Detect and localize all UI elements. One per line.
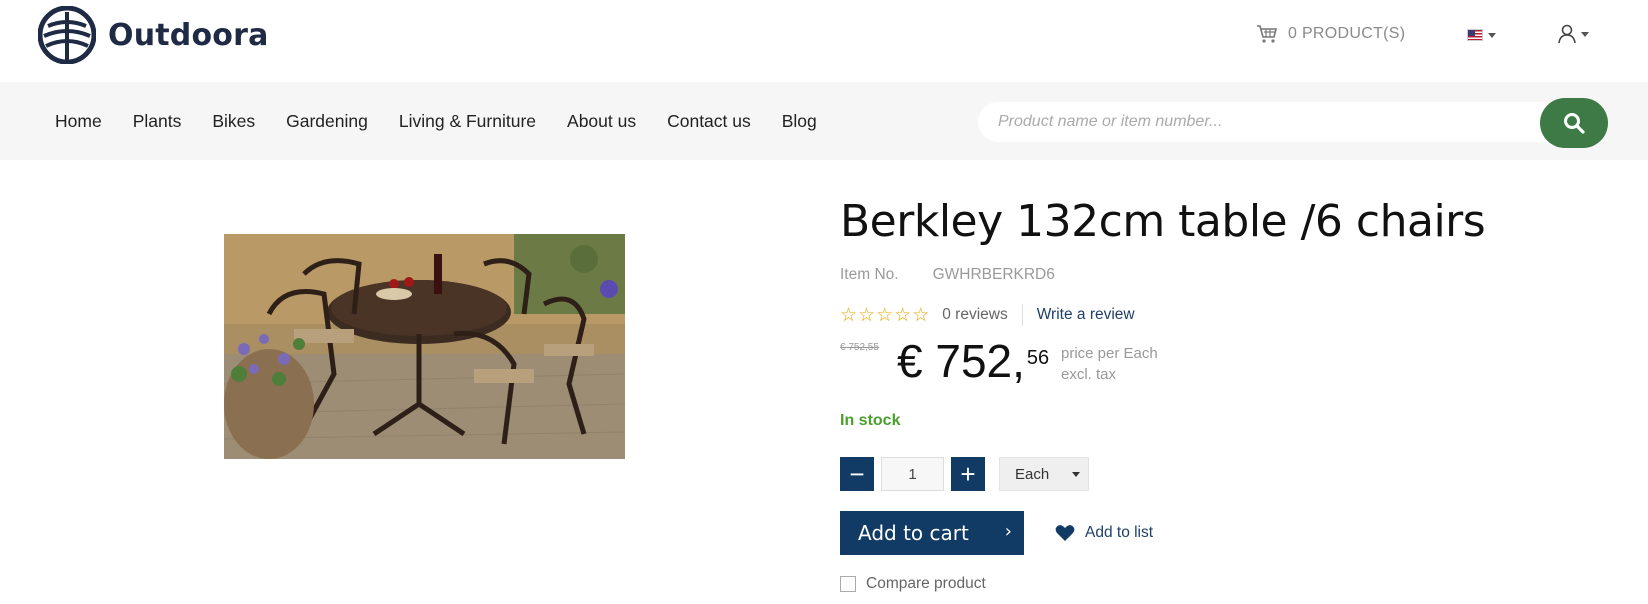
star-icon: ☆ <box>840 304 858 326</box>
price: € 752, 56 <box>897 338 1049 384</box>
star-icon: ☆ <box>858 304 876 326</box>
nav-item-about-us[interactable]: About us <box>567 111 636 132</box>
increase-quantity-button[interactable]: + <box>951 457 985 491</box>
logo[interactable]: Outdoora <box>38 6 269 64</box>
add-to-list-label: Add to list <box>1085 524 1154 541</box>
old-price: € 752,55 <box>840 342 879 353</box>
compare-product-checkbox[interactable]: Compare product <box>840 575 986 593</box>
us-flag-icon <box>1467 29 1483 41</box>
cart-link[interactable]: 0 PRODUCT(S) <box>1256 24 1405 44</box>
language-selector[interactable] <box>1467 29 1496 41</box>
item-number-label: Item No. <box>840 266 899 283</box>
compare-product-label: Compare product <box>866 575 986 592</box>
heart-icon <box>1055 525 1075 541</box>
price-main: € 752, <box>897 335 1025 387</box>
rating-row: ☆ ☆ ☆ ☆ ☆ 0 reviews Write a review <box>840 304 1135 326</box>
star-icon: ☆ <box>876 304 894 326</box>
nav-item-contact-us[interactable]: Contact us <box>667 111 751 132</box>
nav-item-blog[interactable]: Blog <box>782 111 817 132</box>
item-number-value: GWHRBERKRD6 <box>932 266 1055 283</box>
search-bar <box>978 102 1608 142</box>
chevron-down-icon <box>1581 31 1589 37</box>
star-icon: ☆ <box>912 304 930 326</box>
brand-name: Outdoora <box>108 17 269 53</box>
chevron-down-icon <box>1488 32 1496 38</box>
quantity-input[interactable] <box>881 457 944 491</box>
star-rating[interactable]: ☆ ☆ ☆ ☆ ☆ <box>840 306 930 325</box>
search-input[interactable] <box>978 102 1538 142</box>
shopping-cart-icon <box>1257 25 1278 43</box>
add-to-cart-button[interactable]: Add to cart › <box>840 511 1024 555</box>
nav-item-living-furniture[interactable]: Living & Furniture <box>399 111 536 132</box>
add-to-list-button[interactable]: Add to list <box>1055 524 1153 542</box>
account-menu[interactable] <box>1558 24 1589 44</box>
main-navigation: Home Plants Bikes Gardening Living & Fur… <box>0 82 1648 160</box>
tree-logo-icon <box>38 6 96 64</box>
cart-count-label: 0 PRODUCT(S) <box>1288 25 1406 42</box>
user-icon <box>1558 24 1576 44</box>
divider <box>1021 304 1023 326</box>
chevron-right-icon: › <box>1004 521 1012 542</box>
price-note: price per Each excl. tax <box>1061 343 1158 385</box>
item-number: Item No. GWHRBERKRD6 <box>840 266 1055 284</box>
nav-item-home[interactable]: Home <box>55 111 102 132</box>
product-title: Berkley 132cm table /6 chairs <box>840 196 1486 247</box>
stock-status: In stock <box>840 412 901 429</box>
write-review-link[interactable]: Write a review <box>1037 306 1135 324</box>
header: Outdoora 0 PRODUCT(S) <box>0 0 1648 82</box>
chevron-down-icon <box>1072 472 1080 477</box>
nav-item-gardening[interactable]: Gardening <box>286 111 368 132</box>
unit-select-value: Each <box>1015 465 1050 483</box>
product-image[interactable] <box>224 234 625 459</box>
patio-furniture-photo <box>224 234 625 459</box>
unit-select[interactable]: Each <box>999 457 1089 491</box>
nav-menu: Home Plants Bikes Gardening Living & Fur… <box>55 82 848 160</box>
price-unit-note: price per Each <box>1061 345 1158 362</box>
search-icon <box>1564 113 1585 134</box>
search-button[interactable] <box>1540 98 1608 148</box>
star-icon: ☆ <box>894 304 912 326</box>
price-cents: 56 <box>1026 347 1050 369</box>
nav-item-plants[interactable]: Plants <box>133 111 182 132</box>
nav-item-bikes[interactable]: Bikes <box>212 111 255 132</box>
decrease-quantity-button[interactable]: − <box>840 457 874 491</box>
reviews-count: 0 reviews <box>942 306 1008 323</box>
tax-note: excl. tax <box>1061 366 1117 383</box>
add-to-cart-label: Add to cart <box>858 521 969 545</box>
checkbox[interactable] <box>840 576 856 592</box>
